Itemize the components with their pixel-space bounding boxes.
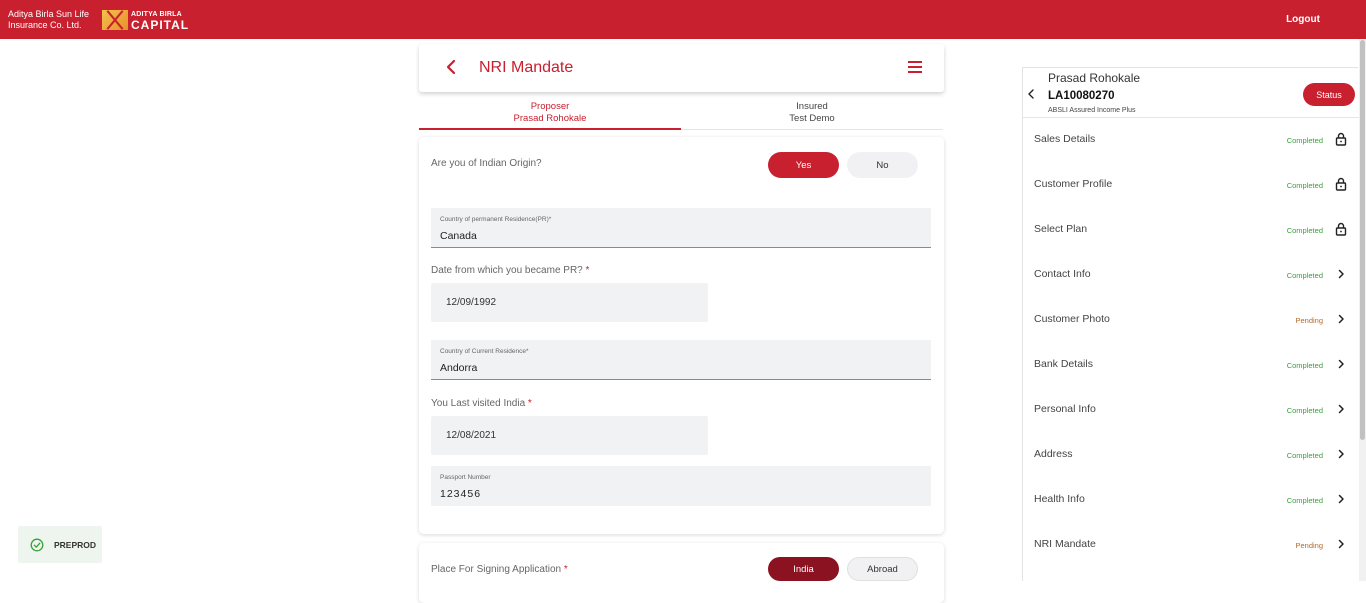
chevron-right-icon[interactable] <box>1335 447 1347 461</box>
field-value: Canada <box>440 230 477 242</box>
customer-name: Prasad Rohokale <box>1048 71 1141 85</box>
chevron-left-icon[interactable] <box>1027 89 1035 99</box>
sidebar-item[interactable]: Customer Profile Completed <box>1023 163 1359 208</box>
sidebar-item-label: Personal Info <box>1034 403 1096 415</box>
signing-place-label: Place For Signing Application * <box>431 564 568 575</box>
required-mark: * <box>563 564 568 575</box>
lock-icon <box>1335 177 1347 191</box>
chevron-right-icon[interactable] <box>1335 267 1347 281</box>
field-value: 123456 <box>440 488 482 500</box>
logo-text-bottom: CAPITAL <box>131 18 190 32</box>
sidebar-item-label: Health Info <box>1034 493 1085 505</box>
sidebar-item-label: Customer Profile <box>1034 178 1113 190</box>
sidebar-item[interactable]: Personal Info Completed <box>1023 388 1359 433</box>
sidebar-item-label: NRI Mandate <box>1034 538 1096 550</box>
pr-date-input[interactable]: 12/09/1992 <box>431 283 708 322</box>
sidebar-item-label: Contact Info <box>1034 268 1091 280</box>
field-label: Country of permanent Residence(PR)* <box>440 216 552 223</box>
sidebar-item-status: Completed <box>1286 136 1323 145</box>
pr-date-label-text: Date from which you became PR? <box>431 265 583 276</box>
logout-button[interactable]: Logout <box>1270 14 1336 25</box>
hamburger-menu-icon[interactable] <box>908 61 922 73</box>
tab-person: Test Demo <box>789 113 835 124</box>
plan-name: ABSLI Assured Income Plus <box>1048 107 1136 114</box>
no-button[interactable]: No <box>847 152 918 178</box>
sidebar-header: Prasad Rohokale LA10080270 ABSLI Assured… <box>1023 68 1359 118</box>
page-title: NRI Mandate <box>479 59 574 76</box>
nri-form-card: Are you of Indian Origin? Yes No Country… <box>419 137 944 534</box>
chevron-right-icon[interactable] <box>1335 402 1347 416</box>
sidebar-item[interactable]: Customer Photo Pending <box>1023 298 1359 343</box>
sidebar-item-label: Sales Details <box>1034 133 1096 145</box>
sidebar-item-status: Completed <box>1286 226 1323 235</box>
member-tabs: Proposer Prasad Rohokale Insured Test De… <box>419 98 944 130</box>
last-visit-label: You Last visited India * <box>431 398 532 409</box>
chevron-right-icon[interactable] <box>1335 537 1347 551</box>
brand-logo[interactable]: ADITYA BIRLA CAPITAL <box>102 9 189 31</box>
scrollbar-thumb[interactable] <box>1360 40 1365 440</box>
page-header: NRI Mandate <box>419 44 944 92</box>
tab-person: Prasad Rohokale <box>513 113 587 124</box>
sun-logo-icon <box>102 10 128 30</box>
date-value: 12/08/2021 <box>446 430 497 441</box>
lock-icon <box>1335 132 1347 146</box>
chevron-right-icon[interactable] <box>1335 492 1347 506</box>
current-country-field[interactable]: Country of Current Residence* Andorra <box>431 340 931 380</box>
yes-button[interactable]: Yes <box>768 152 839 178</box>
pr-date-label: Date from which you became PR? * <box>431 265 589 276</box>
last-visit-date-input[interactable]: 12/08/2021 <box>431 416 708 455</box>
tab-proposer[interactable]: Proposer Prasad Rohokale <box>419 98 681 130</box>
pr-country-field[interactable]: Country of permanent Residence(PR)* Cana… <box>431 208 931 248</box>
sidebar-item-status: Completed <box>1286 496 1323 505</box>
required-mark: * <box>585 265 590 276</box>
indian-origin-question: Are you of Indian Origin? <box>431 158 542 169</box>
application-sidebar: Prasad Rohokale LA10080270 ABSLI Assured… <box>1022 67 1359 581</box>
sidebar-item-label: Customer Photo <box>1034 313 1110 325</box>
sidebar-item[interactable]: Health Info Completed <box>1023 478 1359 523</box>
sidebar-section-list: Sales Details Completed Customer Profile Co… <box>1023 118 1359 568</box>
signing-place-label-text: Place For Signing Application <box>431 564 562 575</box>
chevron-left-icon[interactable] <box>443 57 459 77</box>
sidebar-item[interactable]: Sales Details Completed <box>1023 118 1359 163</box>
sidebar-item[interactable]: Bank Details Completed <box>1023 343 1359 388</box>
required-mark: * <box>527 398 532 409</box>
lock-icon <box>1335 222 1347 236</box>
india-button[interactable]: India <box>768 557 839 581</box>
sidebar-item[interactable]: Select Plan Completed <box>1023 208 1359 253</box>
date-value: 12/09/1992 <box>446 297 497 308</box>
abroad-button[interactable]: Abroad <box>847 557 918 581</box>
status-button[interactable]: Status <box>1303 83 1355 106</box>
sidebar-item[interactable]: NRI Mandate Pending <box>1023 523 1359 568</box>
sidebar-item-label: Select Plan <box>1034 223 1088 235</box>
sidebar-item-status: Pending <box>1295 541 1323 550</box>
sidebar-item[interactable]: Contact Info Completed <box>1023 253 1359 298</box>
chevron-right-icon[interactable] <box>1335 312 1347 326</box>
chevron-right-icon[interactable] <box>1335 357 1347 371</box>
tab-insured[interactable]: Insured Test Demo <box>681 98 943 130</box>
sidebar-item-status: Completed <box>1286 361 1323 370</box>
tab-role: Insured <box>796 101 828 112</box>
last-visit-label-text: You Last visited India <box>431 398 526 409</box>
sidebar-item-status: Completed <box>1286 451 1323 460</box>
passport-number-field[interactable]: Passport Number 123456 <box>431 466 931 506</box>
sidebar-item[interactable]: Address Completed <box>1023 433 1359 478</box>
top-bar: Aditya Birla Sun Life Insurance Co. Ltd.… <box>0 0 1366 39</box>
field-value: Andorra <box>440 362 478 374</box>
sidebar-item-label: Bank Details <box>1034 358 1093 370</box>
signing-place-card: Place For Signing Application * India Ab… <box>419 543 944 603</box>
environment-badge: PREPROD <box>18 526 102 563</box>
environment-label: PREPROD <box>54 539 97 550</box>
sidebar-item-status: Completed <box>1286 271 1323 280</box>
field-label: Passport Number <box>440 474 491 481</box>
sidebar-item-label: Address <box>1034 448 1073 460</box>
sidebar-item-status: Pending <box>1295 316 1323 325</box>
check-circle-icon <box>30 538 44 551</box>
company-name: Aditya Birla Sun Life Insurance Co. Ltd. <box>8 9 90 30</box>
tab-role: Proposer <box>530 101 570 112</box>
field-label: Country of Current Residence* <box>440 348 529 355</box>
sidebar-item-status: Completed <box>1286 406 1323 415</box>
sidebar-item-status: Completed <box>1286 181 1323 190</box>
application-id: LA10080270 <box>1048 90 1115 102</box>
